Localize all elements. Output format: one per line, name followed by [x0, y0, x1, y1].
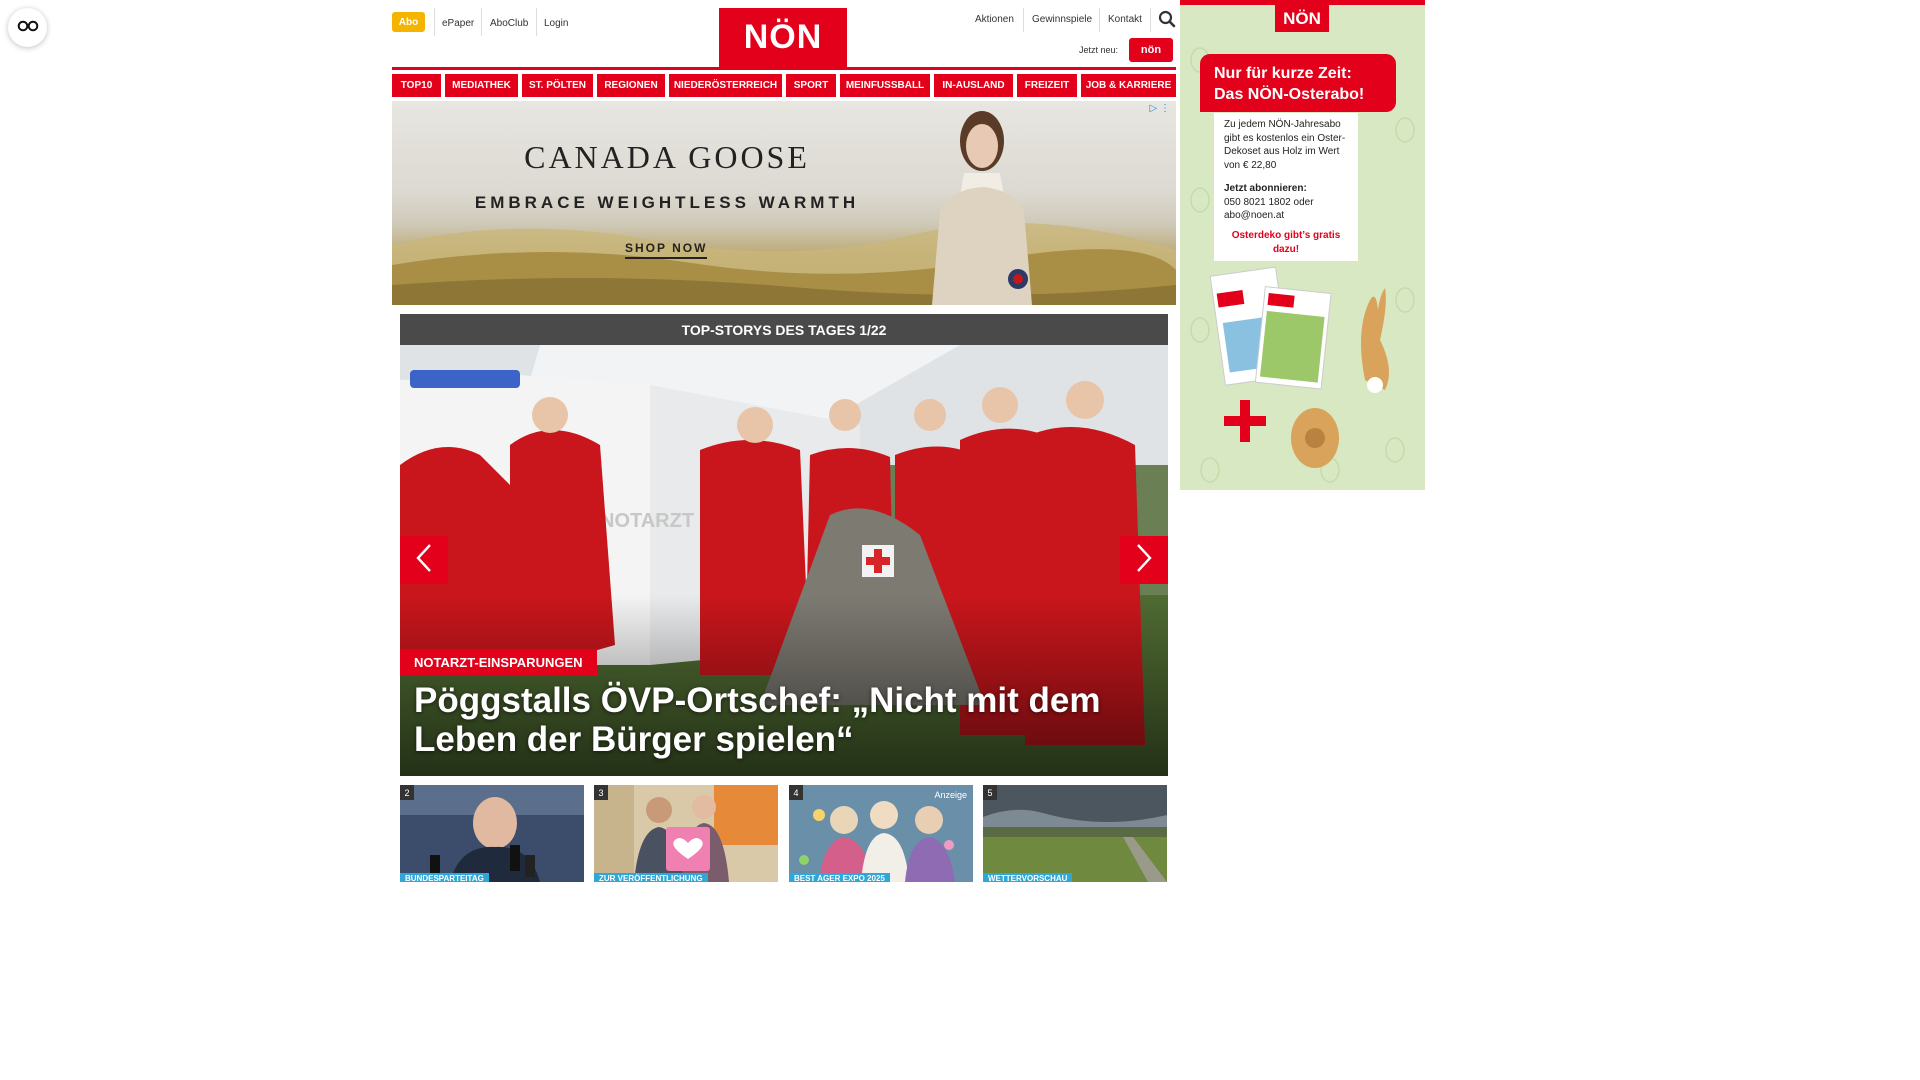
side-ad-card: Zu jedem NÖN-Jahresabo gibt es kostenlos…	[1214, 113, 1358, 261]
carousel-next-button[interactable]	[1120, 536, 1168, 584]
nav-item-st-poelten[interactable]: ST. PÖLTEN	[522, 74, 593, 97]
story-thumbnail[interactable]: 3 ZUR VERÖFFENTLICHUNG	[594, 785, 778, 882]
hero-headline[interactable]: Pöggstalls ÖVP-Ortschef: „Nicht mit dem …	[414, 681, 1154, 759]
side-ad-body: Zu jedem NÖN-Jahresabo gibt es kostenlos…	[1224, 119, 1346, 171]
vehicle-label: NOTARZT	[600, 510, 694, 532]
thumbnail-photo	[400, 785, 584, 882]
thumbnail-number: 3	[594, 785, 608, 800]
ad-brand: CANADA GOOSE	[524, 139, 810, 175]
story-thumbnail[interactable]: 5 WETTERVORSCHAU	[983, 785, 1167, 882]
side-ad-promo: Osterdeko gibt’s gratis dazu!	[1231, 229, 1341, 255]
ad-tagline: EMBRACE WEIGHTLESS WARMTH	[474, 193, 860, 212]
abo-button[interactable]: Abo	[392, 12, 425, 32]
anzeige-label: Anzeige	[934, 790, 967, 800]
jetzt-neu-label: Jetzt neu:	[1079, 45, 1119, 55]
thumbnail-tag: BEST AGER EXPO 2025	[789, 873, 890, 882]
thumbnail-tag: ZUR VERÖFFENTLICHUNG	[594, 873, 708, 882]
thumbnail-tag: WETTERVORSCHAU	[983, 873, 1073, 882]
carousel-prev-button[interactable]	[400, 536, 448, 584]
ad-model-image	[932, 111, 1032, 305]
chevron-right-icon	[1135, 543, 1153, 578]
ad-shop-now-link[interactable]: SHOP NOW	[625, 241, 708, 259]
login-link[interactable]: Login	[544, 12, 568, 34]
hero-kicker: NOTARZT-EINSPARUNGEN	[400, 649, 597, 675]
divider	[1150, 8, 1151, 32]
kontakt-link[interactable]: Kontakt	[1108, 8, 1142, 30]
thumbnail-tag: BUNDESPARTEITAG	[400, 873, 489, 882]
nav-item-regionen[interactable]: REGIONEN	[597, 74, 665, 97]
thumbnail-number: 2	[400, 785, 414, 800]
jetzt-neu-logo[interactable]: nön	[1129, 38, 1173, 62]
divider	[434, 8, 435, 36]
divider	[1099, 8, 1100, 32]
top-stories-header: TOP-STORYS DES TAGES 1/22	[400, 314, 1168, 345]
side-ad-cta-title: Jetzt abonnieren:	[1224, 183, 1307, 194]
thumbnail-number: 5	[983, 785, 997, 800]
thumbnail-photo	[983, 785, 1167, 882]
hero-story[interactable]: NOTARZT NOTARZT-EINSPARUNGEN Pöggstalls …	[400, 345, 1168, 776]
nav-item-niederoesterreich[interactable]: NIEDERÖSTERREICH	[669, 74, 782, 97]
site-logo[interactable]: NÖN	[719, 8, 847, 67]
accessibility-button[interactable]	[8, 8, 47, 47]
thumbnail-number: 4	[789, 785, 803, 800]
nav-item-job-karriere[interactable]: JOB & KARRIERE	[1081, 74, 1176, 97]
thumbnail-photo	[594, 785, 778, 882]
side-ad[interactable]: NÖN Nur für kurze Zeit: Das NÖN-Osterabo…	[1180, 0, 1425, 490]
header-divider	[392, 67, 1176, 70]
chevron-left-icon	[415, 543, 433, 578]
aktionen-link[interactable]: Aktionen	[975, 8, 1014, 30]
epaper-link[interactable]: ePaper	[442, 12, 474, 34]
adchoices-icon[interactable]: ▷ ⋮	[1150, 103, 1170, 114]
nav-item-meinfussball[interactable]: MEINFUSSBALL	[840, 74, 930, 97]
nav-item-top10[interactable]: TOP10	[392, 74, 441, 97]
story-thumbnail[interactable]: 4 Anzeige BEST AGER EXPO 2025	[789, 785, 973, 882]
nav-item-freizeit[interactable]: FREIZEIT	[1017, 74, 1077, 97]
nav-item-mediathek[interactable]: MEDIATHEK	[445, 74, 518, 97]
ad-banner[interactable]: CANADA GOOSE EMBRACE WEIGHTLESS WARMTH S…	[392, 101, 1176, 305]
divider	[536, 8, 537, 36]
nav-item-in-ausland[interactable]: IN-AUSLAND	[934, 74, 1013, 97]
headline-line-2: Das NÖN-Osterabo!	[1214, 86, 1365, 103]
main-nav: TOP10 MEDIATHEK ST. PÖLTEN REGIONEN NIED…	[392, 74, 1176, 97]
landscape-illustration	[392, 223, 1176, 305]
aboclub-link[interactable]: AboClub	[490, 12, 528, 34]
story-thumbnail[interactable]: 2 BUNDESPARTEITAG	[400, 785, 584, 882]
gewinnspiele-link[interactable]: Gewinnspiele	[1032, 8, 1092, 30]
divider	[481, 8, 482, 36]
side-ad-email: abo@noen.at	[1224, 210, 1285, 221]
search-icon[interactable]	[1158, 10, 1176, 28]
nav-item-sport[interactable]: SPORT	[786, 74, 836, 97]
side-ad-phone: 050 8021 1802 oder	[1224, 196, 1314, 208]
glasses-icon	[17, 19, 39, 37]
side-ad-headline: Nur für kurze Zeit: Das NÖN-Osterabo!	[1200, 54, 1396, 112]
headline-line-1: Nur für kurze Zeit:	[1214, 65, 1352, 82]
side-ad-logo: NÖN	[1275, 5, 1329, 32]
magazine-bunny-illustration	[1209, 266, 1389, 468]
divider	[1023, 8, 1024, 32]
